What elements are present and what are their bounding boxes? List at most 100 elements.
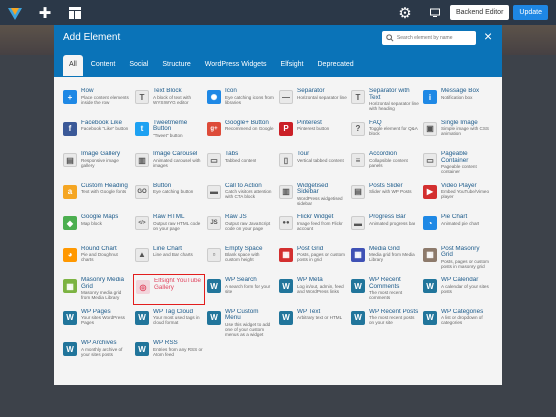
tab-wordpress-widgets[interactable]: WordPress Widgets bbox=[199, 55, 273, 76]
element-description: Masonry media grid from Media Library bbox=[81, 290, 122, 301]
element-tile[interactable]: — Separator Horizontal separator line bbox=[277, 85, 349, 116]
editor-toolbar: ✚ ⚙ Backend Editor Update bbox=[0, 0, 556, 25]
element-tile[interactable]: GO Button Eye catching button bbox=[133, 179, 205, 211]
element-tile[interactable]: ▫ Empty Space Blank space with custom heig… bbox=[205, 242, 277, 274]
tab-all[interactable]: All bbox=[63, 55, 83, 76]
element-tile[interactable]: ✺ Icon Eye catching icons from libraries bbox=[205, 85, 277, 116]
element-tile[interactable]: ▣ Single Image Simple image with CSS anima… bbox=[421, 116, 493, 148]
element-name: Button bbox=[153, 182, 172, 189]
element-tile[interactable]: ◔ Pie Chart Animated pie chart bbox=[421, 211, 493, 242]
element-tile[interactable]: ◆ Google Maps Map block bbox=[61, 211, 133, 242]
update-button[interactable]: Update bbox=[513, 5, 548, 20]
element-description: A block of text with WYSIWYG editor bbox=[153, 94, 192, 105]
element-tile[interactable]: g+ Google+ Button Recommend on Google bbox=[205, 116, 277, 148]
element-tile[interactable]: ▦ Media Grid Media grid from Media Library bbox=[349, 242, 421, 274]
add-element-modal: Add Element × AllContentSocialStructureW… bbox=[54, 25, 502, 385]
element-tile[interactable]: ▯ Tour Vertical tabbed content bbox=[277, 148, 349, 179]
add-element-icon[interactable]: ✚ bbox=[30, 0, 60, 25]
element-description: Arbitrary text or HTML bbox=[297, 315, 343, 321]
element-tile[interactable]: ? FAQ Toggle element for Q&A block bbox=[349, 116, 421, 148]
element-tile[interactable]: ≡ Accordion Collapsible content panels bbox=[349, 148, 421, 179]
element-tile[interactable]: W WP Text Arbitrary text or HTML bbox=[277, 305, 349, 337]
element-tile[interactable]: ▭ Pageable Container Pageable content cont… bbox=[421, 148, 493, 179]
element-tile[interactable]: T Separator with Text Horizontal separator… bbox=[349, 85, 421, 116]
tab-content[interactable]: Content bbox=[85, 55, 122, 76]
element-tile[interactable]: f Facebook Like Facebook "Like" button bbox=[61, 116, 133, 148]
settings-gear-icon[interactable]: ⚙ bbox=[390, 0, 420, 25]
element-tile[interactable]: W WP Recent Posts The most recent posts on… bbox=[349, 305, 421, 337]
element-description: Place content elements inside the row bbox=[81, 94, 129, 105]
element-tile[interactable]: ▦ Post Grid Posts, pages or custom posts i… bbox=[277, 242, 349, 274]
element-tile[interactable]: </> Raw HTML Output raw HTML code on your … bbox=[133, 211, 205, 242]
search-input[interactable] bbox=[396, 35, 476, 41]
tab-social[interactable]: Social bbox=[123, 55, 154, 76]
element-tile[interactable]: ▬ Progress Bar Animated progress bar bbox=[349, 211, 421, 242]
element-tile[interactable]: W WP Archives A monthly archive of your si… bbox=[61, 337, 133, 368]
element-tile[interactable]: T Text Block A block of text with WYSIWYG … bbox=[133, 85, 205, 116]
element-tile[interactable]: ●● Flickr Widget Image feed from Flickr ac… bbox=[277, 211, 349, 242]
element-tile[interactable]: ▤ Posts Slider Slider with WP Posts bbox=[349, 179, 421, 211]
tour-icon: ▯ bbox=[279, 153, 293, 167]
backend-editor-button[interactable]: Backend Editor bbox=[449, 5, 510, 20]
element-description: Recommend on Google bbox=[225, 126, 274, 132]
image-icon: ▣ bbox=[423, 121, 437, 136]
plus-icon: + bbox=[63, 90, 77, 104]
responsive-preview-icon[interactable] bbox=[420, 0, 450, 25]
element-tile[interactable]: P Pinterest Pinterest button bbox=[277, 116, 349, 148]
element-tile[interactable]: W WP Pages Your sites WordPress Pages bbox=[61, 305, 133, 337]
element-name: WP Search bbox=[225, 277, 257, 283]
element-name: Empty Space bbox=[225, 245, 263, 252]
element-tile[interactable]: ▦ Masonry Media Grid Masonry media grid fr… bbox=[61, 274, 133, 305]
video-icon: ▶ bbox=[423, 184, 437, 199]
element-tile[interactable]: ▥ Image Carousel Animated carousel with im… bbox=[133, 148, 205, 179]
element-tile[interactable]: ▤ Image Gallery Responsive image gallery bbox=[61, 148, 133, 179]
element-tile[interactable]: W WP Calendar A calendar of your sites pos… bbox=[421, 274, 493, 305]
element-tile[interactable]: ◕ Round Chart Pie and Doughnut charts bbox=[61, 242, 133, 274]
element-tile[interactable]: ▬ Call to Action Catch visitors attention … bbox=[205, 179, 277, 211]
google-plus-icon: g+ bbox=[207, 121, 221, 136]
tab-deprecated[interactable]: Deprecated bbox=[312, 55, 360, 76]
tab-structure[interactable]: Structure bbox=[156, 55, 196, 76]
element-tile[interactable]: W WP Meta Log in/out, admin, feed and Word… bbox=[277, 274, 349, 305]
element-tile[interactable]: t Tweetmeme Button "Tweet" button bbox=[133, 116, 205, 148]
faq-icon: ? bbox=[351, 121, 365, 136]
element-description: Output raw HTML code on your page bbox=[153, 220, 201, 231]
element-name: WP Calendar bbox=[441, 277, 479, 283]
element-tile[interactable]: ▶ Video Player Embed YouTube/Vimeo player bbox=[421, 179, 493, 211]
gallery-icon: ▤ bbox=[63, 153, 77, 167]
element-name: Separator bbox=[297, 88, 325, 94]
wordpress-icon: W bbox=[207, 310, 221, 325]
element-name: Post Grid bbox=[297, 245, 324, 252]
facebook-icon: f bbox=[63, 121, 77, 136]
element-tile[interactable]: a Custom Heading Text with Google fonts bbox=[61, 179, 133, 211]
element-tile[interactable]: JS Raw JS Output raw JavaScript code on yo… bbox=[205, 211, 277, 242]
element-name: Single Image bbox=[441, 119, 478, 126]
element-tile[interactable]: W WP RSS Entries from any RSS or Atom feed bbox=[133, 337, 205, 368]
element-name: WP Categories bbox=[441, 308, 484, 315]
search-box[interactable] bbox=[382, 31, 476, 45]
element-tile[interactable]: ▥ Widgetised Sidebar WordPress widgetised … bbox=[277, 179, 349, 211]
element-tile[interactable]: W WP Tag Cloud Your most used tags in clou… bbox=[133, 305, 205, 337]
elfsight-icon: ◎ bbox=[136, 280, 150, 294]
element-description: Embed YouTube/Vimeo player bbox=[441, 189, 490, 200]
element-tile[interactable]: W WP Recent Comments The most recent comme… bbox=[349, 274, 421, 305]
element-tile[interactable]: i Message Box Notification box bbox=[421, 85, 493, 116]
element-tile[interactable]: W WP Categories A list or dropdown of cate… bbox=[421, 305, 493, 337]
element-name: Post Masonry Grid bbox=[441, 245, 480, 259]
element-tile[interactable]: W WP Search A search form for your site bbox=[205, 274, 277, 305]
element-tile[interactable]: ▦ Post Masonry Grid Posts, pages or custom… bbox=[421, 242, 493, 274]
element-tile[interactable]: ◎ Elfsight YouTube Gallery bbox=[133, 274, 205, 305]
tab-elfsight[interactable]: Elfsight bbox=[275, 55, 310, 76]
element-tile[interactable]: ▭ Tabs Tabbed content bbox=[205, 148, 277, 179]
vc-logo-icon[interactable] bbox=[0, 0, 30, 25]
element-tile[interactable]: ▲ Line Chart Line and Bar charts bbox=[133, 242, 205, 274]
element-tile[interactable]: + Row Place content elements inside the ro… bbox=[61, 85, 133, 116]
modal-header: Add Element × AllContentSocialStructureW… bbox=[54, 25, 502, 77]
element-name: Text Block bbox=[153, 88, 182, 94]
element-description: WordPress widgetised sidebar bbox=[297, 195, 343, 206]
close-icon[interactable]: × bbox=[484, 29, 492, 43]
line-chart-icon: ▲ bbox=[135, 247, 149, 262]
templates-icon[interactable] bbox=[60, 0, 90, 25]
element-description: Horizontal separator line bbox=[297, 94, 347, 100]
element-tile[interactable]: W WP Custom Menu Use this widget to add on… bbox=[205, 305, 277, 337]
